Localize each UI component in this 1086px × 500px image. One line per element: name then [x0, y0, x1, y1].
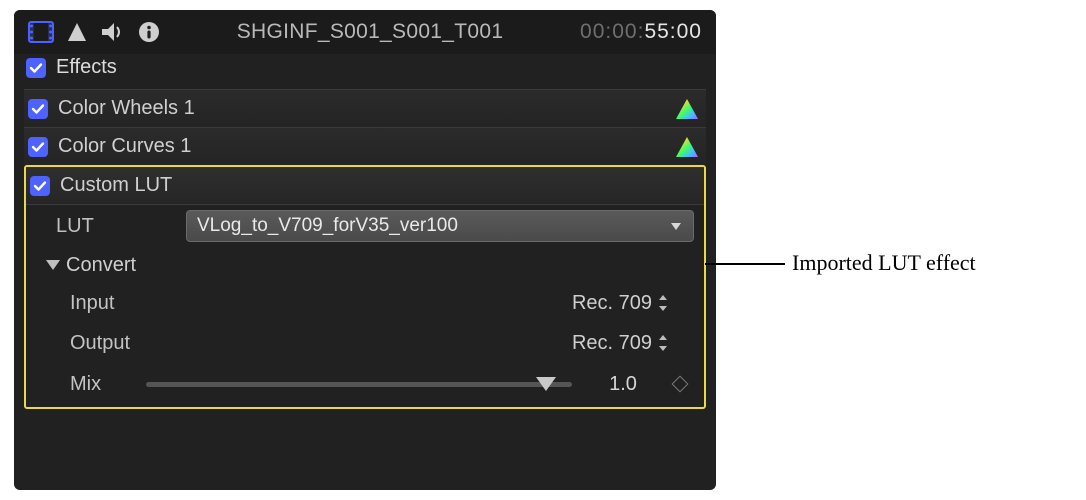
keyframe-icon[interactable] [672, 376, 689, 393]
mix-value[interactable]: 1.0 [588, 373, 658, 396]
lut-dropdown[interactable]: VLog_to_V709_forV35_ver100 [186, 210, 694, 242]
output-label: Output [70, 332, 572, 355]
disclosure-triangle-icon [46, 260, 60, 270]
clip-name: SHGINF_S001_S001_T001 [237, 20, 504, 44]
inspector-panel: SHGINF_S001_S001_T001 00:00:55:00 Effect… [14, 10, 716, 490]
effect-name: Color Curves 1 [58, 135, 664, 158]
audio-tab-icon[interactable] [100, 21, 126, 43]
mix-label: Mix [70, 373, 130, 396]
input-value-popup[interactable]: Rec. 709 [572, 292, 686, 315]
chevron-down-icon [669, 215, 683, 237]
output-value-popup[interactable]: Rec. 709 [572, 332, 686, 355]
effect-name: Custom LUT [60, 174, 698, 197]
input-label: Input [70, 292, 572, 315]
lut-param-row: LUT VLog_to_V709_forV35_ver100 [26, 205, 704, 247]
mix-row: Mix 1.0 [26, 363, 704, 407]
color-tab-icon[interactable] [66, 21, 88, 43]
effect-row-color-curves[interactable]: Color Curves 1 [24, 127, 706, 165]
inspector-header: SHGINF_S001_S001_T001 00:00:55:00 [14, 10, 716, 54]
slider-thumb[interactable] [536, 377, 556, 391]
updown-stepper-icon [658, 295, 668, 311]
effects-section-header[interactable]: Effects [14, 54, 716, 89]
effect-enable-checkbox[interactable] [28, 137, 48, 157]
input-row: Input Rec. 709 [26, 283, 704, 323]
custom-lut-effect-group: Custom LUT LUT VLog_to_V709_forV35_ver10… [24, 165, 706, 409]
callout-label: Imported LUT effect [792, 250, 976, 276]
info-tab-icon[interactable] [138, 21, 160, 43]
convert-disclosure[interactable]: Convert [26, 247, 704, 283]
updown-stepper-icon [658, 335, 668, 351]
color-preset-icon[interactable] [674, 97, 700, 121]
output-row: Output Rec. 709 [26, 323, 704, 363]
timecode: 00:00:55:00 [580, 20, 702, 44]
effect-enable-checkbox[interactable] [30, 176, 50, 196]
effect-row-custom-lut[interactable]: Custom LUT [26, 167, 704, 205]
video-tab-icon[interactable] [28, 21, 54, 43]
lut-label: LUT [56, 215, 176, 238]
mix-slider[interactable] [146, 372, 572, 396]
color-preset-icon[interactable] [674, 135, 700, 159]
effects-label: Effects [56, 56, 117, 79]
effect-row-color-wheels[interactable]: Color Wheels 1 [24, 89, 706, 127]
lut-selected-value: VLog_to_V709_forV35_ver100 [197, 215, 458, 237]
effect-enable-checkbox[interactable] [28, 99, 48, 119]
callout-leader-line [705, 263, 785, 265]
effects-list: Color Wheels 1 Color Curves 1 [14, 89, 716, 165]
effect-name: Color Wheels 1 [58, 97, 664, 120]
effects-enable-checkbox[interactable] [26, 58, 46, 78]
convert-label: Convert [66, 254, 136, 277]
